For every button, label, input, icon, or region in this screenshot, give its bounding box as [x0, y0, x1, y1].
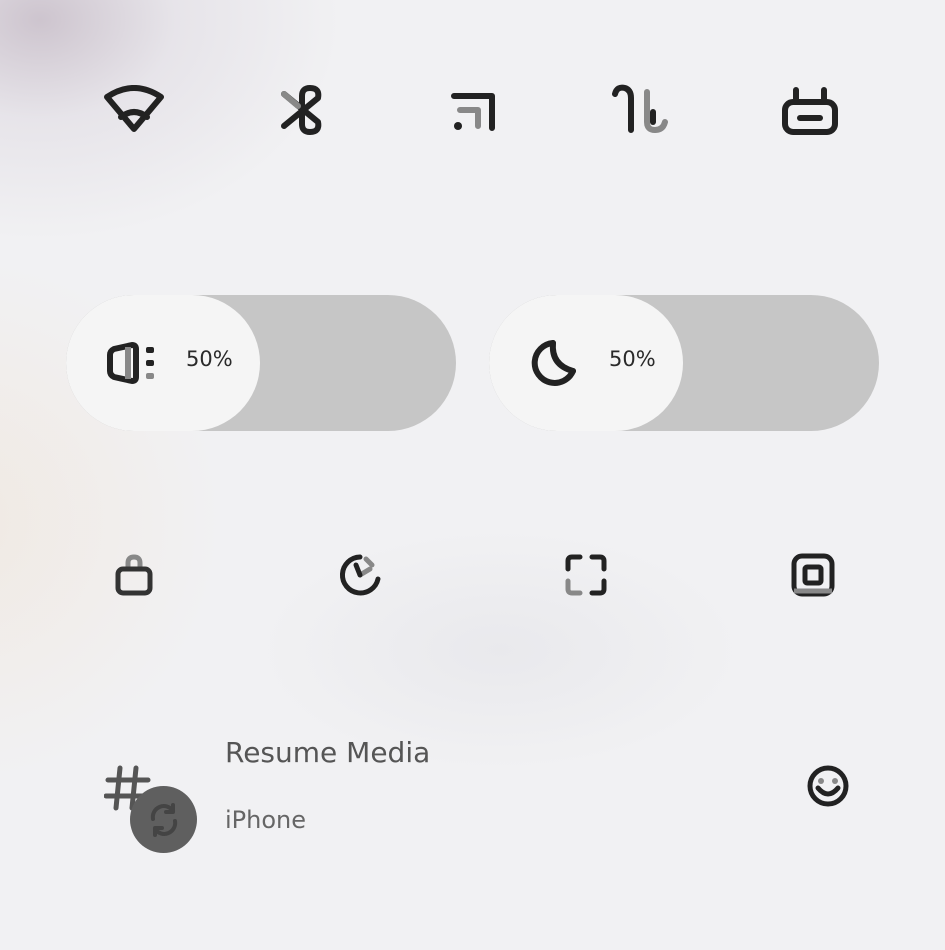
timer-icon [339, 554, 381, 596]
bluetooth-icon [281, 85, 322, 135]
speaker-icon [107, 342, 154, 384]
timer-toggle[interactable] [320, 535, 400, 615]
hotspot-icon [782, 87, 838, 135]
moon-icon [531, 340, 576, 386]
wifi-toggle[interactable] [94, 70, 174, 150]
media-source: iPhone [225, 806, 307, 834]
wifi-icon [104, 85, 164, 132]
media-action-button[interactable] [788, 746, 868, 826]
screen-mirror-icon [565, 554, 607, 596]
bluetooth-toggle[interactable] [263, 70, 343, 150]
cellular-icon [451, 93, 495, 131]
sync-button[interactable] [130, 786, 197, 853]
volume-value: 50% [186, 347, 233, 371]
smiley-icon [807, 765, 849, 807]
cellular-toggle[interactable] [432, 70, 512, 150]
data-icon [612, 84, 668, 134]
screen-record-icon [791, 553, 835, 597]
sync-icon [150, 802, 177, 837]
screen-mirror-toggle[interactable] [546, 535, 626, 615]
brightness-value: 50% [609, 347, 656, 371]
hotspot-toggle[interactable] [770, 70, 850, 150]
volume-slider[interactable]: 50% [66, 295, 456, 431]
media-card[interactable]: Resume Media iPhone [90, 720, 890, 870]
brightness-slider[interactable]: 50% [489, 295, 879, 431]
mobile-data-toggle[interactable] [600, 70, 680, 150]
media-title: Resume Media [225, 736, 431, 769]
lock-icon [115, 554, 153, 596]
screen-record-toggle[interactable] [773, 535, 853, 615]
rotation-lock-toggle[interactable] [94, 535, 174, 615]
